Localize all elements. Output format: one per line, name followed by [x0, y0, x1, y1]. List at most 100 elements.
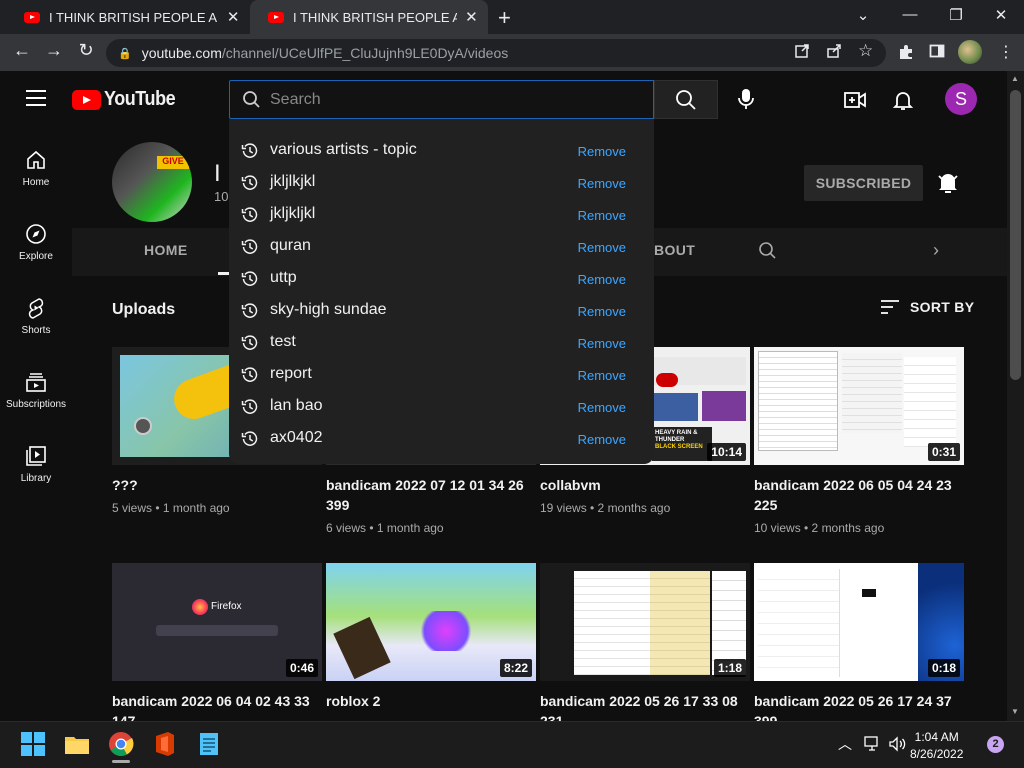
search-history-text[interactable]: test	[270, 333, 296, 351]
scroll-up-arrow-icon[interactable]: ▲	[1011, 74, 1019, 83]
forward-arrow-icon[interactable]: →	[42, 40, 66, 61]
search-history-item[interactable]: test Remove	[229, 327, 654, 359]
reload-icon[interactable]: ↻	[74, 40, 98, 61]
remove-history-link[interactable]: Remove	[578, 176, 626, 191]
search-history-item[interactable]: report Remove	[229, 359, 654, 391]
remove-history-link[interactable]: Remove	[578, 208, 626, 223]
microphone-icon[interactable]	[734, 87, 758, 111]
video-thumbnail[interactable]: Firefox 0:46	[112, 563, 322, 681]
new-tab-button[interactable]: +	[498, 5, 511, 31]
hamburger-menu-icon[interactable]	[26, 90, 46, 106]
search-button[interactable]	[654, 80, 718, 119]
chevron-right-icon[interactable]: ›	[933, 240, 939, 261]
guide-item-library[interactable]: Library	[0, 445, 72, 484]
remove-history-link[interactable]: Remove	[578, 368, 626, 383]
remove-history-link[interactable]: Remove	[578, 432, 626, 447]
search-history-item[interactable]: ax0402 Remove	[229, 423, 654, 455]
search-history-item[interactable]: uttp Remove	[229, 263, 654, 295]
extensions-icon[interactable]	[897, 43, 915, 61]
search-history-text[interactable]: report	[270, 365, 312, 383]
search-history-item[interactable]: sky-high sundae Remove	[229, 295, 654, 327]
remove-history-link[interactable]: Remove	[578, 400, 626, 415]
chrome-icon[interactable]	[108, 731, 134, 757]
search-history-item[interactable]: jkljkljkl Remove	[229, 199, 654, 231]
search-history-text[interactable]: jkljlkjkl	[270, 173, 315, 191]
close-tab-icon[interactable]: ✕	[463, 8, 480, 26]
uploads-heading[interactable]: Uploads	[112, 301, 175, 319]
video-card[interactable]: Firefox 0:46 bandicam 2022 06 04 02 43 3…	[112, 563, 322, 731]
notification-bell-filled-icon[interactable]	[936, 170, 960, 196]
show-hidden-icons-chevron-icon[interactable]: ︿	[838, 734, 852, 754]
search-history-text[interactable]: uttp	[270, 269, 297, 287]
taskbar-clock[interactable]: 1:04 AM 8/26/2022	[910, 729, 963, 763]
remove-history-link[interactable]: Remove	[578, 240, 626, 255]
search-box[interactable]	[229, 80, 654, 119]
open-in-app-icon[interactable]	[794, 43, 810, 59]
profile-avatar[interactable]	[958, 40, 982, 64]
remove-history-link[interactable]: Remove	[578, 144, 626, 159]
youtube-logo[interactable]: YouTube	[72, 88, 183, 111]
account-avatar[interactable]: S	[945, 83, 977, 115]
notepad-icon[interactable]	[196, 731, 222, 757]
search-history-item[interactable]: various artists - topic Remove	[229, 135, 654, 167]
tab-search-chevron-icon[interactable]: ⌄	[848, 6, 878, 24]
volume-icon[interactable]	[888, 736, 908, 752]
network-icon[interactable]	[864, 736, 882, 752]
scroll-down-arrow-icon[interactable]: ▼	[1011, 707, 1019, 716]
notification-count-badge[interactable]: 2	[987, 736, 1004, 753]
minimize-button[interactable]: —	[895, 6, 925, 23]
create-video-icon[interactable]	[843, 88, 867, 112]
video-thumbnail[interactable]: 0:18	[754, 563, 964, 681]
close-tab-icon[interactable]: ✕	[224, 8, 242, 26]
bookmark-star-icon[interactable]: ☆	[858, 41, 873, 61]
video-title[interactable]: bandicam 2022 06 05 04 24 23 225	[754, 475, 954, 515]
back-arrow-icon[interactable]: ←	[10, 40, 34, 61]
video-card[interactable]: 0:31 bandicam 2022 06 05 04 24 23 225 10…	[754, 347, 964, 535]
address-bar[interactable]: 🔒 youtube.com/channel/UCeUlfPE_CluJujnh9…	[106, 39, 886, 67]
side-panel-icon[interactable]	[929, 43, 945, 59]
search-history-text[interactable]: ax0402	[270, 429, 323, 447]
video-title[interactable]: collabvm	[540, 475, 740, 495]
remove-history-link[interactable]: Remove	[578, 304, 626, 319]
search-history-item[interactable]: quran Remove	[229, 231, 654, 263]
office-icon[interactable]	[152, 731, 178, 757]
video-thumbnail[interactable]: 0:31	[754, 347, 964, 465]
tab-home[interactable]: HOME	[144, 242, 188, 258]
video-title[interactable]: bandicam 2022 07 12 01 34 26 399	[326, 475, 526, 515]
close-window-button[interactable]: ✕	[986, 6, 1016, 24]
notifications-bell-icon[interactable]	[891, 88, 915, 112]
share-icon[interactable]	[826, 43, 842, 59]
search-history-text[interactable]: various artists - topic	[270, 141, 417, 159]
sort-by-button[interactable]: SORT BY	[880, 299, 974, 315]
guide-item-home[interactable]: Home	[0, 149, 72, 188]
video-thumbnail[interactable]: 8:22	[326, 563, 536, 681]
tab-about[interactable]: BOUT	[654, 242, 695, 258]
file-explorer-icon[interactable]	[64, 731, 90, 757]
chrome-menu-icon[interactable]: ⋮	[998, 42, 1014, 62]
subscribed-button[interactable]: SUBSCRIBED	[804, 165, 923, 201]
guide-item-shorts[interactable]: Shorts	[0, 297, 72, 336]
remove-history-link[interactable]: Remove	[578, 272, 626, 287]
channel-avatar[interactable]: GIVE	[112, 142, 192, 222]
search-history-text[interactable]: quran	[270, 237, 311, 255]
search-history-text[interactable]: sky-high sundae	[270, 301, 387, 319]
restore-button[interactable]: ❐	[941, 6, 971, 24]
video-card[interactable]: 1:18 bandicam 2022 05 26 17 33 08 231	[540, 563, 750, 731]
channel-search-icon[interactable]	[758, 241, 778, 261]
scrollbar-thumb[interactable]	[1010, 90, 1021, 380]
search-history-item[interactable]: jkljlkjkl Remove	[229, 167, 654, 199]
video-card[interactable]: 0:18 bandicam 2022 05 26 17 24 37 399	[754, 563, 964, 731]
search-input[interactable]	[270, 89, 640, 111]
video-title[interactable]: ???	[112, 475, 312, 495]
browser-tab-active[interactable]: I THINK BRITISH PEOPLE ARE GA ✕	[250, 0, 488, 34]
search-history-item[interactable]: lan bao Remove	[229, 391, 654, 423]
guide-item-subscriptions[interactable]: Subscriptions	[0, 371, 72, 410]
windows-start-icon[interactable]	[20, 731, 46, 757]
guide-item-explore[interactable]: Explore	[0, 223, 72, 262]
search-history-text[interactable]: lan bao	[270, 397, 323, 415]
video-thumbnail[interactable]: 1:18	[540, 563, 750, 681]
video-title[interactable]: roblox 2	[326, 691, 526, 711]
remove-history-link[interactable]: Remove	[578, 336, 626, 351]
video-card[interactable]: 8:22 roblox 2	[326, 563, 536, 711]
browser-tab[interactable]: I THINK BRITISH PEOPLE ARE GA ✕	[6, 0, 250, 34]
